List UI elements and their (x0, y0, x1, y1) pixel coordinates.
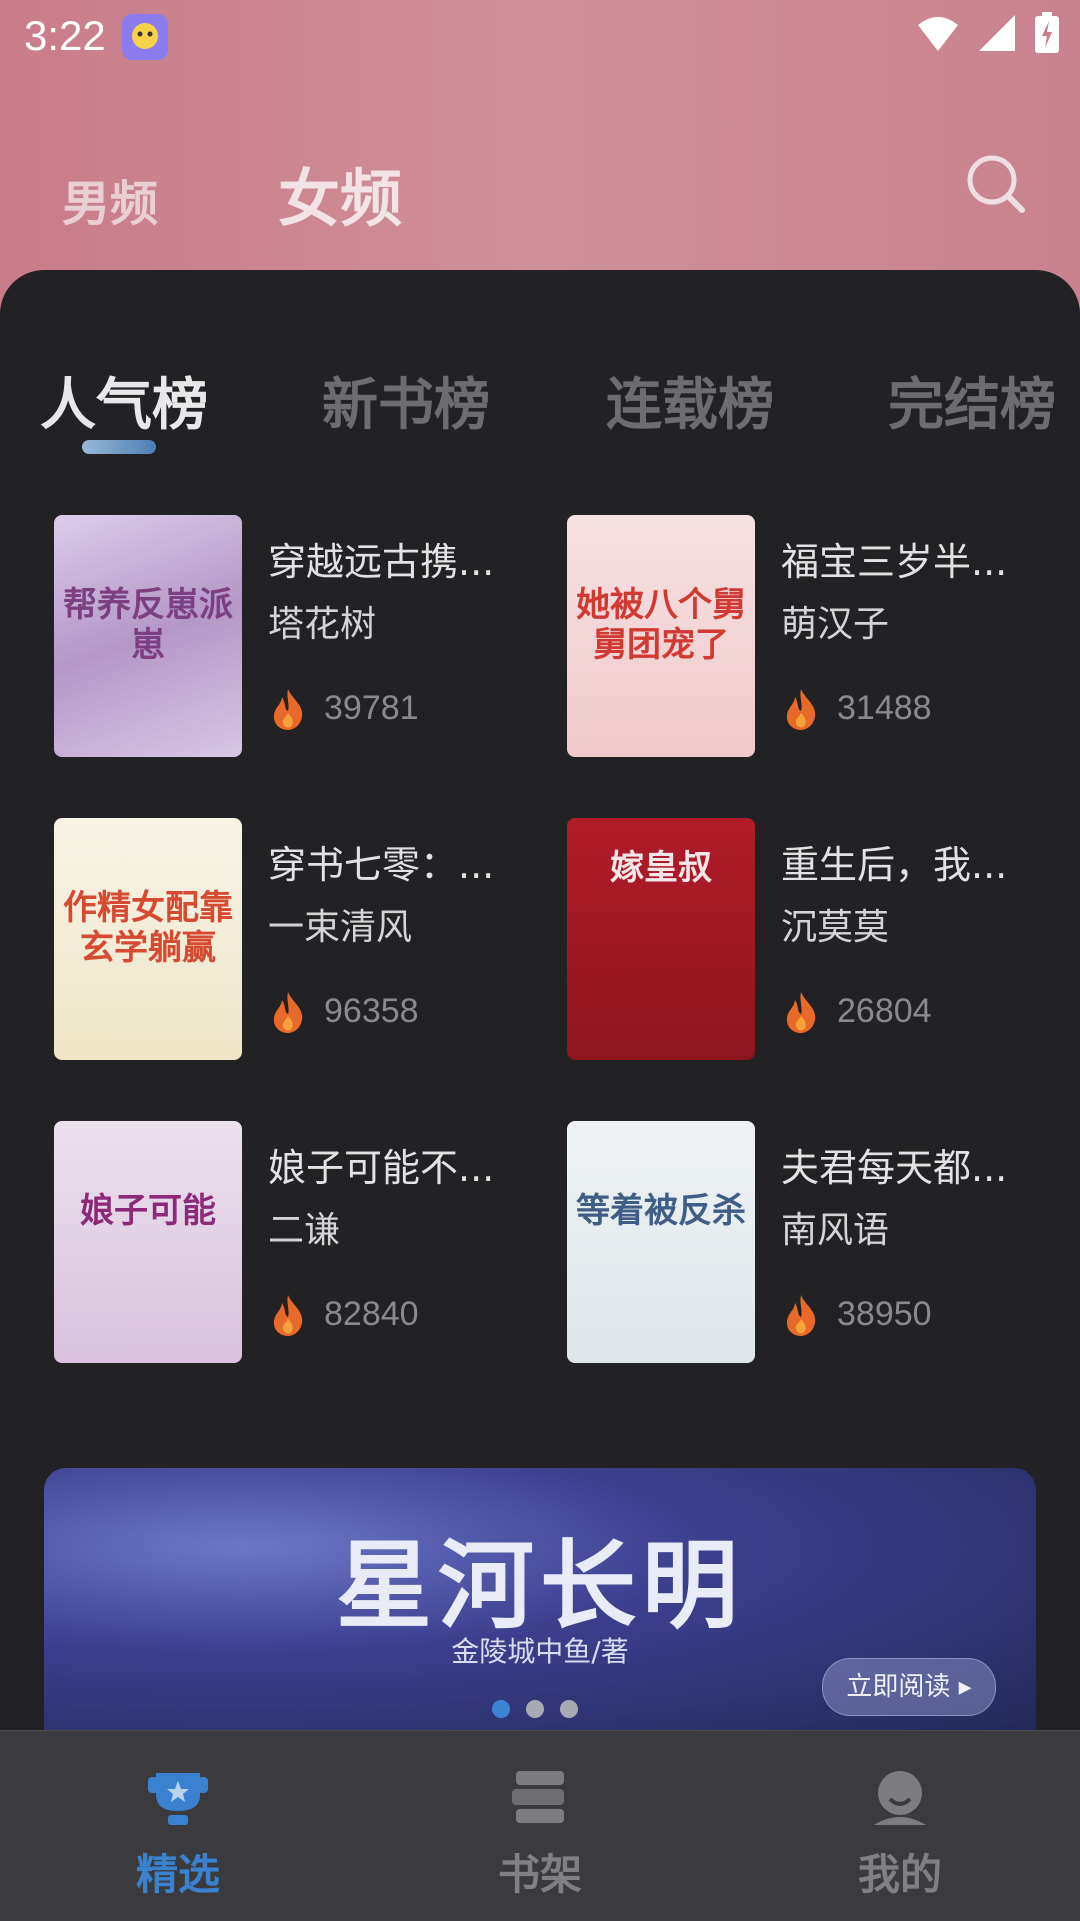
book-title: 夫君每天都... (781, 1146, 1008, 1190)
trophy-icon (148, 1773, 208, 1825)
flame-icon (786, 1295, 816, 1336)
book-title: 福宝三岁半... (781, 540, 1008, 584)
status-time: 3:22 (24, 12, 106, 59)
banner-title: 星河长明 (336, 1529, 744, 1642)
nav-label: 精选 (135, 1850, 220, 1899)
promo-banner[interactable]: 星河长明 金陵城中鱼/著 立即阅读 ▸ (44, 1468, 1036, 1730)
status-icons (904, 12, 1060, 60)
carousel-dot[interactable] (492, 1700, 510, 1718)
book-title: 穿书七零：... (268, 843, 495, 887)
book-card[interactable]: 她被八个舅舅团宠了 福宝三岁半... 萌汉子 31488 (567, 515, 1027, 759)
book-author: 沉莫莫 (781, 907, 890, 948)
book-card[interactable]: 娘子可能 娘子可能不... 二谦 82840 (54, 1121, 514, 1365)
nav-label: 我的 (857, 1850, 942, 1899)
book-cover[interactable]: 她被八个舅舅团宠了 (567, 515, 755, 757)
nav-profile[interactable]: 我的 (800, 1731, 1000, 1921)
gender-tabs: 男频 女频 (0, 140, 1080, 240)
cover-text: 等着被反杀 (576, 1191, 746, 1231)
search-button[interactable] (964, 152, 1028, 216)
book-author: 塔花树 (268, 604, 377, 645)
heat-value: 38950 (837, 1295, 932, 1333)
book-cover[interactable]: 嫁皇叔 (567, 818, 755, 1060)
flame-icon (273, 992, 303, 1033)
flame-icon (273, 689, 303, 730)
flame-icon (786, 992, 816, 1033)
signal-icon (978, 15, 1015, 51)
read-now-button[interactable]: 立即阅读 ▸ (822, 1658, 996, 1716)
book-title: 娘子可能不... (268, 1146, 495, 1190)
book-card[interactable]: 嫁皇叔 重生后，我... 沉莫莫 26804 (567, 818, 1027, 1062)
cover-text: 帮养反崽派崽 (63, 585, 233, 665)
book-card[interactable]: 帮养反崽派崽 穿越远古携... 塔花树 39781 (54, 515, 514, 759)
flame-icon (786, 689, 816, 730)
cover-text: 作精女配靠玄学躺赢 (63, 888, 233, 968)
tab-serial[interactable]: 连载榜 (606, 360, 774, 441)
book-cover[interactable]: 帮养反崽派崽 (54, 515, 242, 757)
carousel-dots (492, 1700, 594, 1722)
tab-completed[interactable]: 完结榜 (888, 360, 1056, 441)
rank-tabs: 人气榜 新书榜 连载榜 完结榜 (0, 360, 1080, 460)
book-card[interactable]: 等着被反杀 夫君每天都... 南风语 38950 (567, 1121, 1027, 1365)
nav-bookshelf[interactable]: 书架 (440, 1731, 640, 1921)
cover-text: 嫁皇叔 (610, 848, 712, 888)
heat-value: 26804 (837, 992, 932, 1030)
book-cover[interactable]: 作精女配靠玄学躺赢 (54, 818, 242, 1060)
book-author: 南风语 (781, 1210, 890, 1251)
search-icon (967, 155, 1025, 213)
heat-value: 31488 (837, 689, 932, 727)
book-author: 一束清风 (268, 907, 413, 948)
book-card[interactable]: 作精女配靠玄学躺赢 穿书七零：... 一束清风 96358 (54, 818, 514, 1062)
active-tab-indicator (82, 440, 156, 454)
wifi-icon (917, 17, 958, 51)
status-bar: 3:22 (0, 0, 1080, 72)
cover-text: 娘子可能 (80, 1191, 216, 1231)
profile-icon (874, 1771, 926, 1825)
cover-text: 她被八个舅舅团宠了 (576, 585, 746, 665)
carousel-dot[interactable] (526, 1700, 544, 1718)
tab-new[interactable]: 新书榜 (322, 360, 490, 441)
book-author: 萌汉子 (781, 604, 890, 645)
tab-male[interactable]: 男频 (62, 164, 158, 234)
book-title: 穿越远古携... (268, 540, 495, 584)
nav-featured[interactable]: 精选 (78, 1731, 278, 1921)
book-cover[interactable]: 娘子可能 (54, 1121, 242, 1363)
nav-label: 书架 (497, 1850, 582, 1899)
carousel-dot[interactable] (560, 1700, 578, 1718)
heat-value: 39781 (324, 689, 419, 727)
book-title: 重生后，我... (781, 843, 1008, 887)
book-author: 二谦 (268, 1210, 341, 1251)
bookshelf-icon (512, 1771, 564, 1823)
flame-icon (273, 1295, 303, 1336)
battery-icon (1035, 12, 1059, 53)
tab-popular[interactable]: 人气榜 (40, 360, 208, 441)
bottom-nav: 精选 书架 我的 (0, 1730, 1080, 1921)
heat-value: 82840 (324, 1295, 419, 1333)
heat-value: 96358 (324, 992, 419, 1030)
book-cover[interactable]: 等着被反杀 (567, 1121, 755, 1363)
app-notification-icon (122, 14, 168, 60)
tab-female[interactable]: 女频 (278, 148, 402, 238)
